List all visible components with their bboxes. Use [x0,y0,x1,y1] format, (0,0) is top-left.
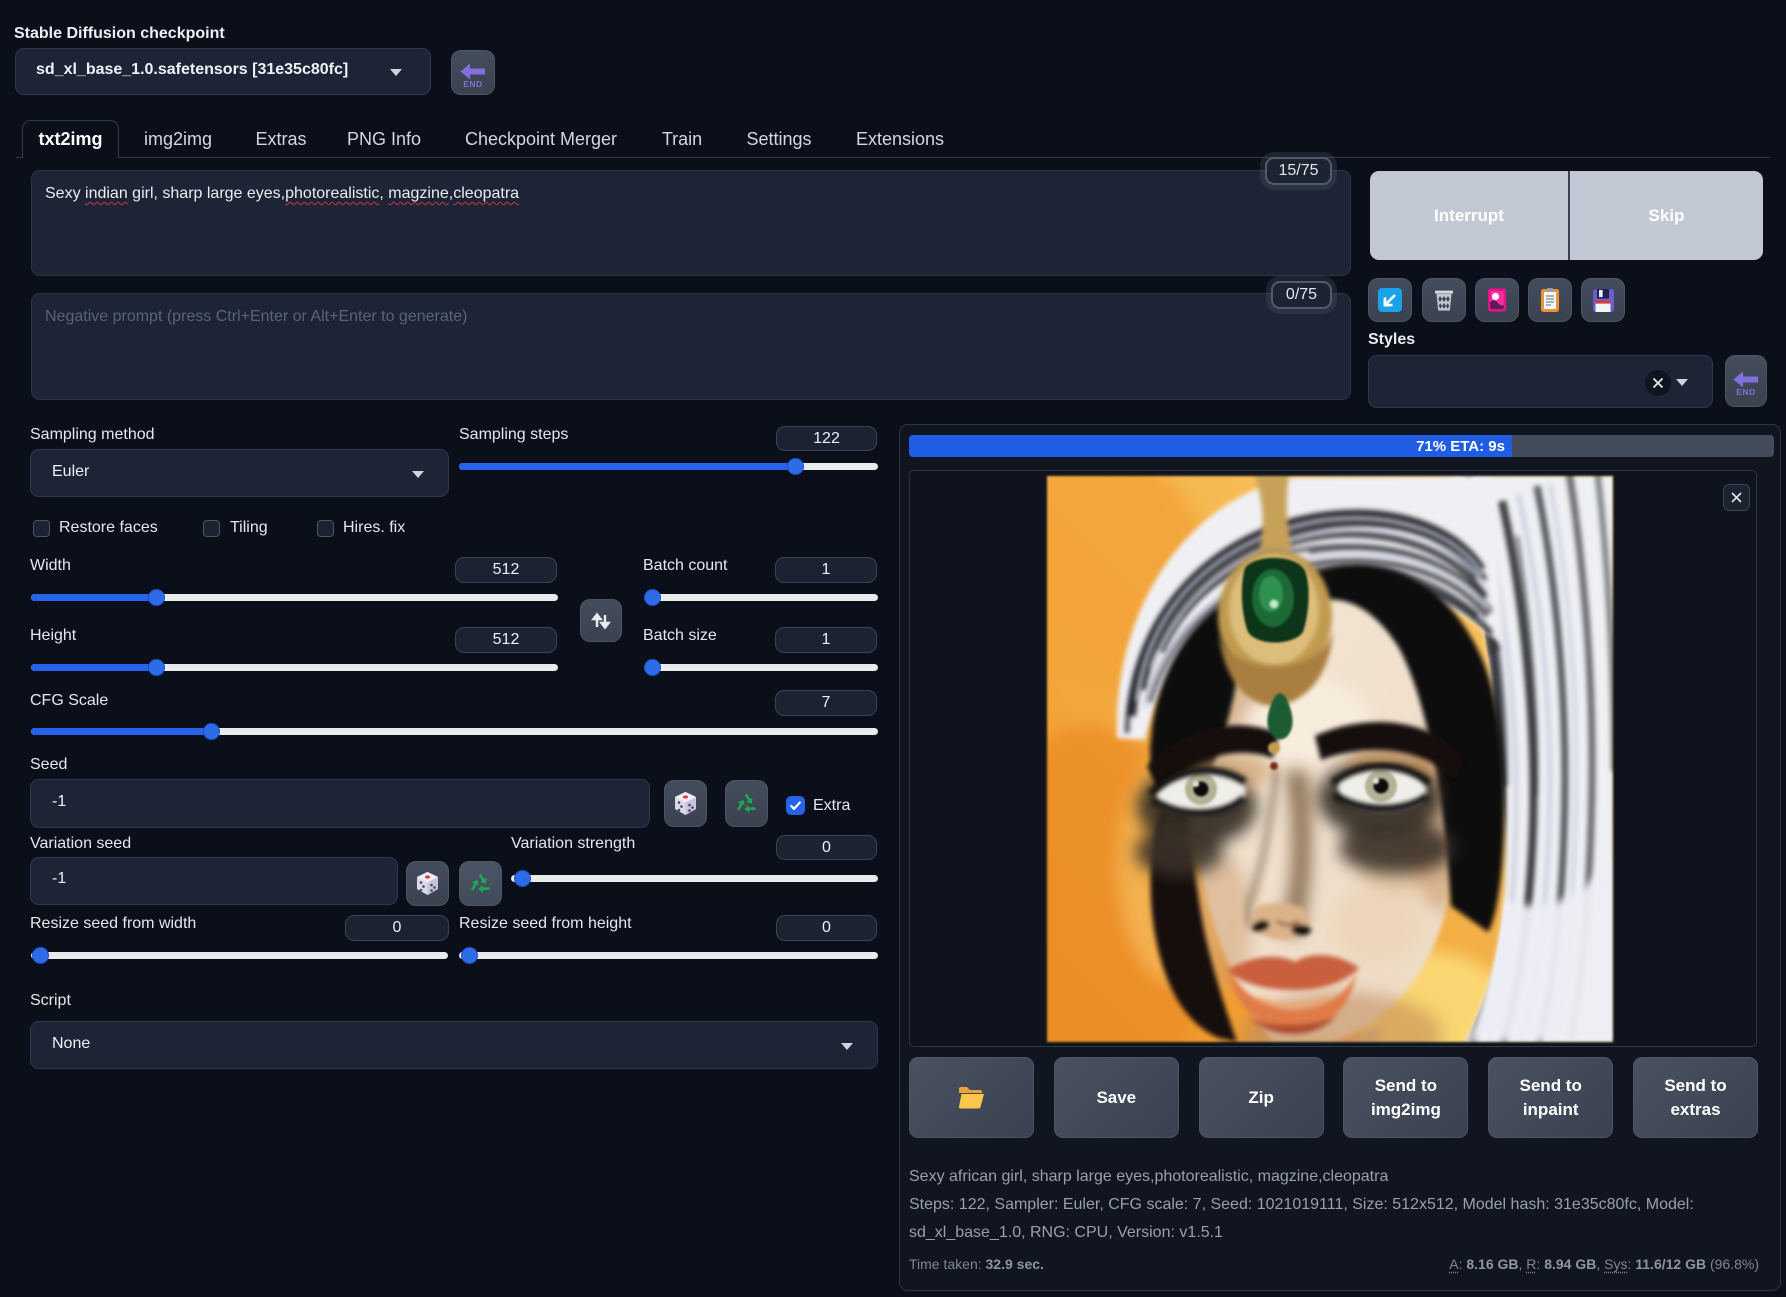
svg-text:END: END [1736,387,1755,396]
svg-text:END: END [463,79,482,88]
